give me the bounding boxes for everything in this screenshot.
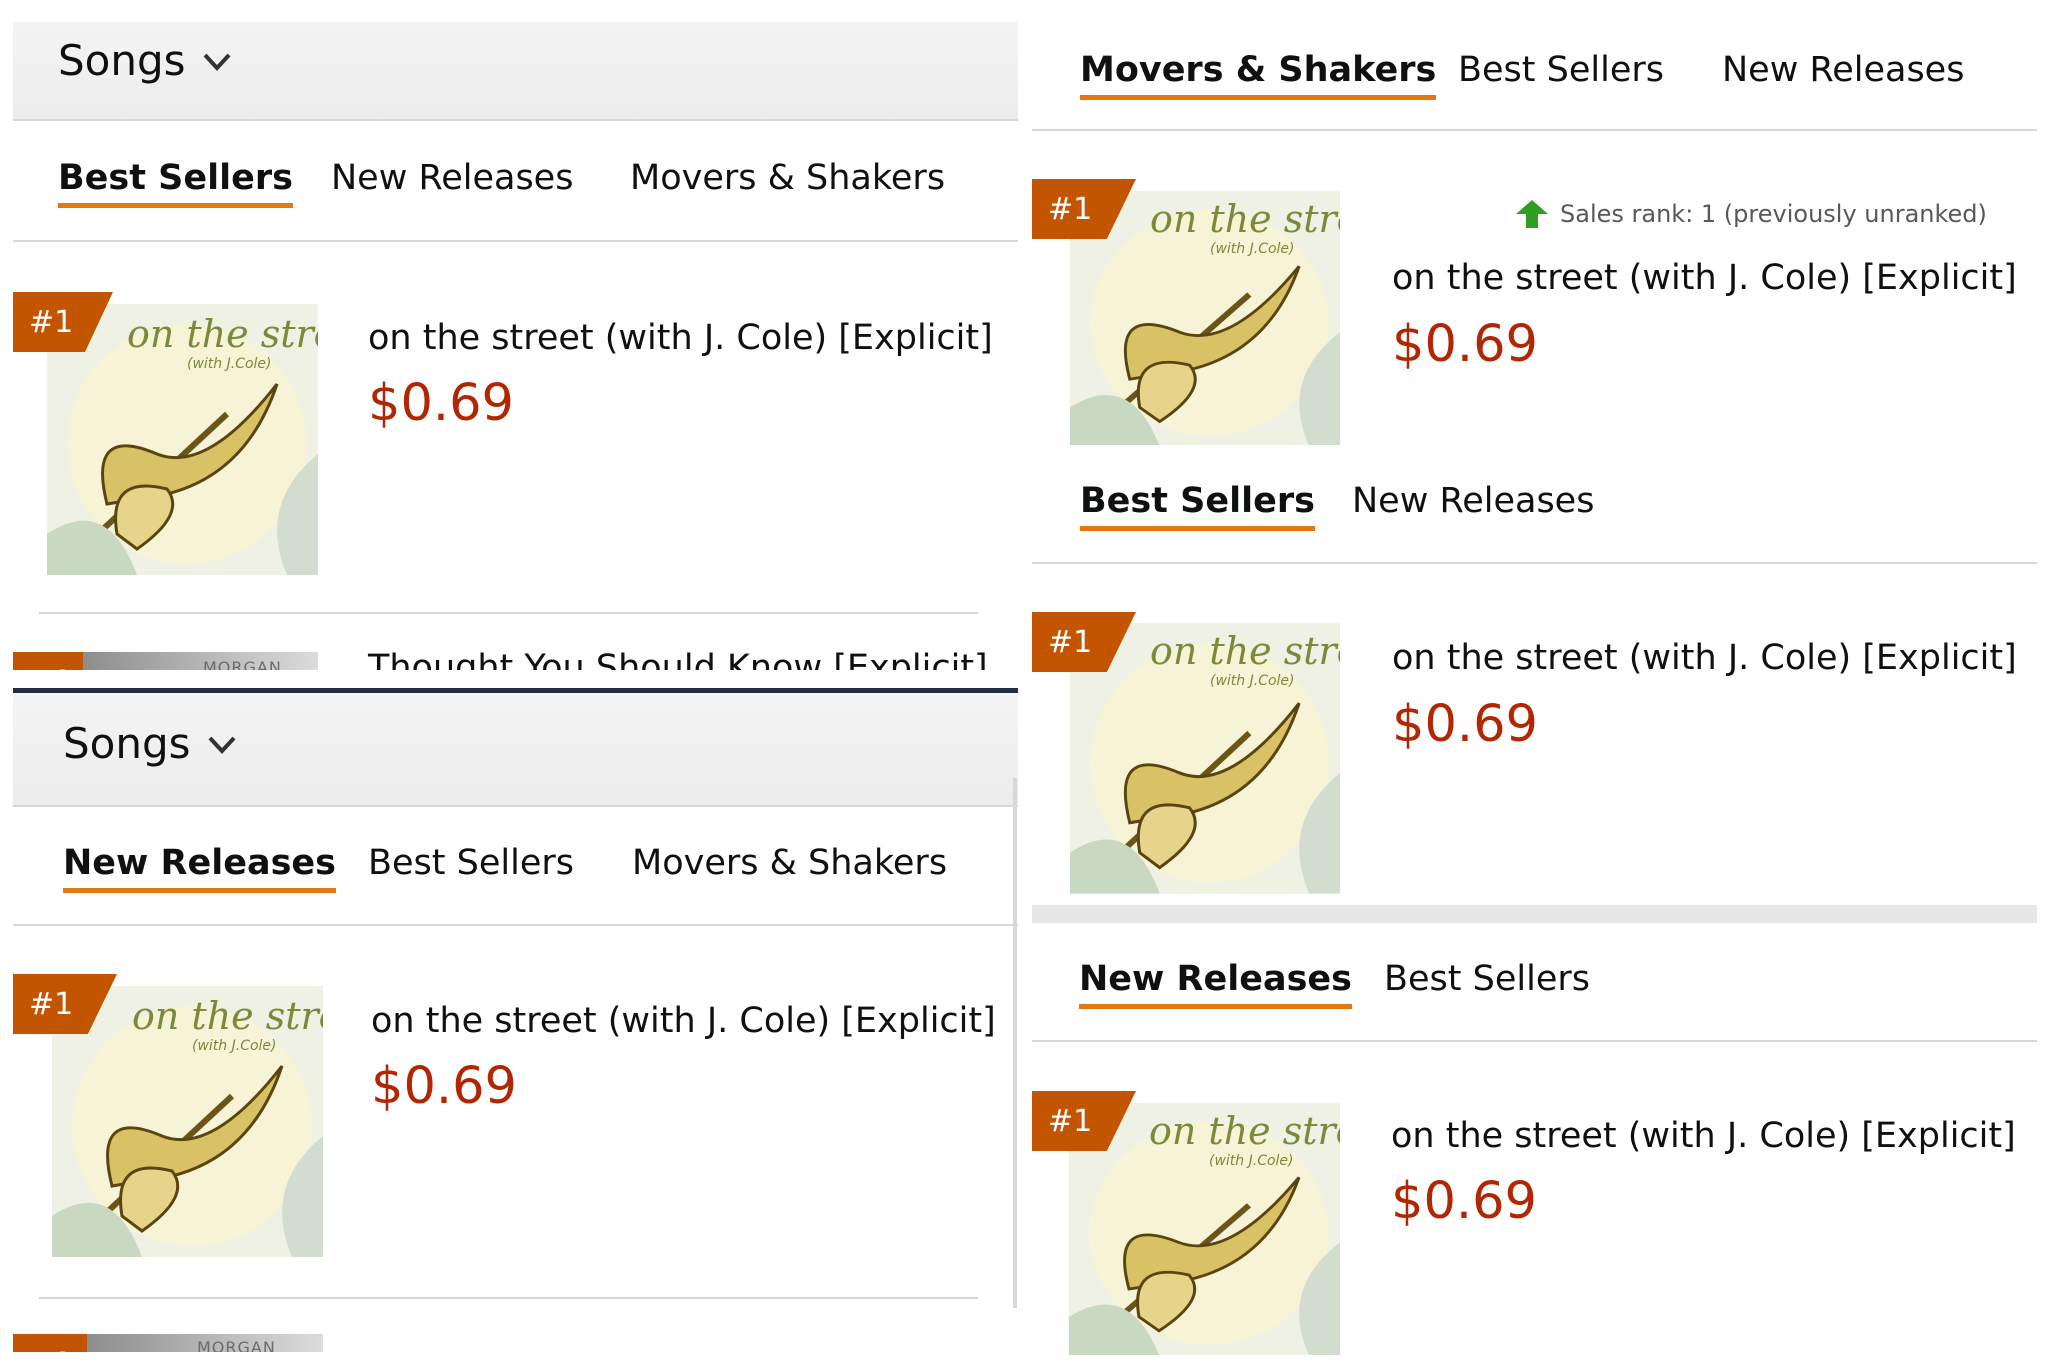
songs-dropdown-label: Songs: [58, 36, 186, 85]
tab-best-sellers[interactable]: Best Sellers: [1080, 481, 1315, 531]
chevron-down-icon: [203, 53, 231, 71]
song-title[interactable]: on the street (with J. Cole) [Explicit]: [371, 1001, 996, 1041]
song-price: $0.69: [1392, 695, 1539, 754]
panel-new-releases-songs: Songs New Releases Best Sellers Movers &…: [13, 693, 1018, 1352]
tab-new-releases[interactable]: New Releases: [331, 158, 573, 198]
tab-movers-shakers[interactable]: Movers & Shakers: [630, 158, 945, 198]
song-title[interactable]: on the street (with J. Cole) [Explicit]: [1391, 1116, 2016, 1156]
divider: [1032, 1040, 2037, 1042]
tab-best-sellers[interactable]: Best Sellers: [58, 158, 293, 208]
tab-movers-shakers[interactable]: Movers & Shakers: [1080, 50, 1437, 100]
song-title-next[interactable]: Thought You Should Know [Explicit]: [368, 652, 988, 670]
panel-best-sellers-songs: Songs Best Sellers New Releases Movers &…: [13, 22, 1018, 670]
panel-new-releases: New Releases Best Sellers on the street …: [1032, 923, 2037, 1355]
album-art[interactable]: on the street (with J.Cole): [52, 986, 323, 1257]
songs-header: Songs: [13, 22, 1018, 121]
divider: [13, 924, 1018, 926]
songs-dropdown[interactable]: Songs: [58, 36, 234, 85]
album-art-next[interactable]: MORGAN: [83, 652, 318, 670]
tab-best-sellers[interactable]: Best Sellers: [1458, 50, 1664, 90]
divider: [1032, 562, 2037, 564]
album-art-subtext: (with J.Cole): [1209, 1153, 1294, 1169]
sales-rank-change: Sales rank: 1 (previously unranked): [1516, 200, 1987, 228]
song-price: $0.69: [1392, 315, 1539, 374]
song-price: $0.69: [371, 1057, 518, 1116]
album-art-subtext: (with J.Cole): [187, 356, 272, 372]
chevron-down-icon: [208, 736, 236, 754]
song-price: $0.69: [1391, 1172, 1538, 1231]
sales-rank-text: Sales rank: 1 (previously unranked): [1560, 200, 1987, 228]
album-art-subtext: (with J.Cole): [1210, 241, 1295, 257]
divider: [39, 1297, 978, 1299]
album-art-subtext: (with J.Cole): [192, 1038, 277, 1054]
panel-separator: [1032, 905, 2037, 923]
album-art-text: on the street: [1150, 629, 1340, 673]
album-art-text: on the street: [1150, 197, 1340, 241]
divider: [1032, 129, 2037, 131]
songs-header: Songs: [13, 693, 1018, 807]
divider: [39, 612, 978, 614]
arrow-up-icon: [1516, 200, 1548, 228]
panel-movers-shakers: Movers & Shakers Best Sellers New Releas…: [1032, 0, 2037, 445]
album-art-text: on the street: [1149, 1109, 1340, 1153]
list-item-next: #2 MORGAN Thought You Should Know [Expli…: [13, 652, 1018, 670]
album-art-text: on the street: [132, 994, 323, 1038]
songs-dropdown-label: Songs: [63, 719, 191, 768]
tab-best-sellers[interactable]: Best Sellers: [368, 843, 574, 883]
tab-new-releases[interactable]: New Releases: [1079, 959, 1352, 1009]
album-art-next[interactable]: MORGAN: [87, 1334, 323, 1352]
tab-movers-shakers[interactable]: Movers & Shakers: [632, 843, 947, 883]
tab-new-releases[interactable]: New Releases: [1722, 50, 1964, 90]
song-title[interactable]: on the street (with J. Cole) [Explicit]: [368, 318, 993, 358]
panel-best-sellers: Best Sellers New Releases on the street …: [1032, 445, 2037, 905]
tab-best-sellers[interactable]: Best Sellers: [1384, 959, 1590, 999]
album-art-text: on the street: [127, 312, 318, 356]
scrollbar[interactable]: [1013, 778, 1017, 1308]
song-price: $0.69: [368, 374, 515, 433]
album-art-next-text: MORGAN: [197, 1338, 276, 1352]
tab-new-releases[interactable]: New Releases: [63, 843, 336, 893]
divider: [13, 240, 1018, 242]
tab-new-releases[interactable]: New Releases: [1352, 481, 1594, 521]
album-art-next-text: MORGAN: [203, 658, 282, 670]
songs-dropdown[interactable]: Songs: [63, 719, 239, 768]
song-title[interactable]: on the street (with J. Cole) [Explicit]: [1392, 638, 2017, 678]
song-title[interactable]: on the street (with J. Cole) [Explicit]: [1392, 258, 2017, 298]
list-item-next: #2 MORGAN: [13, 1334, 1018, 1352]
album-art-subtext: (with J.Cole): [1210, 673, 1295, 689]
